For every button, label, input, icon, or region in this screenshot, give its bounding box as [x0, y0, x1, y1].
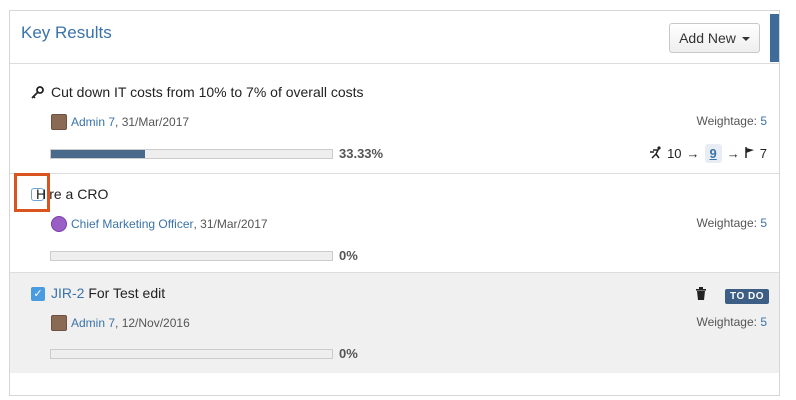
panel-title: Key Results	[21, 23, 112, 42]
progress-bar	[50, 251, 333, 261]
key-result-title[interactable]: Cut down IT costs from 10% to 7% of over…	[51, 84, 364, 100]
avatar	[51, 114, 67, 130]
weightage-value[interactable]: 5	[760, 315, 767, 329]
avatar	[51, 315, 67, 331]
add-new-button[interactable]: Add New	[669, 23, 760, 53]
weightage-label: Weightage:	[696, 315, 761, 329]
date-text: , 31/Mar/2017	[115, 115, 190, 129]
progress-fill	[51, 150, 145, 158]
key-results-panel: Key Results Add New Cut down IT costs fr…	[9, 10, 780, 396]
runner-icon	[649, 145, 663, 162]
key-result-meta: Admin 7 , 12/Nov/2016	[51, 315, 190, 331]
progress-bar	[50, 149, 333, 159]
weightage-label: Weightage:	[696, 216, 761, 230]
key-result-meta: Chief Marketing Officer , 31/Mar/2017	[51, 216, 268, 232]
progress-values: 10 → 9 → 7	[649, 144, 767, 163]
progress-percent: 0%	[339, 248, 358, 263]
date-text: , 12/Nov/2016	[115, 316, 190, 330]
weightage: Weightage: 5	[696, 315, 767, 329]
key-result-item: Hire a CRO Chief Marketing Officer , 31/…	[10, 174, 779, 272]
key-result-title-row: JIR-2 For Test edit	[51, 285, 165, 301]
accent-bar	[770, 14, 779, 62]
weightage-value[interactable]: 5	[760, 114, 767, 128]
key-result-meta: Admin 7 , 31/Mar/2017	[51, 114, 189, 130]
progress-bar	[50, 349, 333, 359]
trash-icon[interactable]	[695, 287, 707, 305]
weightage: Weightage: 5	[696, 216, 767, 230]
owner-link[interactable]: Admin 7	[71, 115, 115, 129]
date-text: , 31/Mar/2017	[193, 217, 268, 231]
start-value: 10	[667, 146, 682, 161]
key-result-item: ✓ JIR-2 For Test edit TO DO Admin 7 , 12…	[10, 273, 779, 373]
flag-icon	[745, 146, 755, 161]
checkbox-checked-icon[interactable]: ✓	[31, 287, 45, 301]
arrow-right-icon: →	[726, 146, 740, 161]
weightage-label: Weightage:	[696, 114, 761, 128]
status-badge[interactable]: TO DO	[725, 289, 769, 304]
progress-percent: 0%	[339, 346, 358, 361]
caret-down-icon	[741, 37, 750, 41]
target-value: 7	[759, 146, 767, 161]
key-icon	[30, 86, 44, 100]
key-result-title[interactable]: For Test edit	[88, 285, 165, 301]
weightage-value[interactable]: 5	[760, 216, 767, 230]
key-result-item: Cut down IT costs from 10% to 7% of over…	[10, 64, 779, 174]
issue-key-link[interactable]: JIR-2	[51, 285, 84, 301]
avatar	[51, 216, 67, 232]
owner-link[interactable]: Chief Marketing Officer	[71, 217, 194, 231]
current-value[interactable]: 9	[704, 144, 722, 163]
progress-percent: 33.33%	[339, 146, 384, 161]
checkbox-highlight	[14, 173, 50, 212]
arrow-right-icon: →	[686, 146, 700, 161]
owner-link[interactable]: Admin 7	[71, 316, 115, 330]
add-new-label: Add New	[679, 30, 736, 46]
weightage: Weightage: 5	[696, 114, 767, 128]
